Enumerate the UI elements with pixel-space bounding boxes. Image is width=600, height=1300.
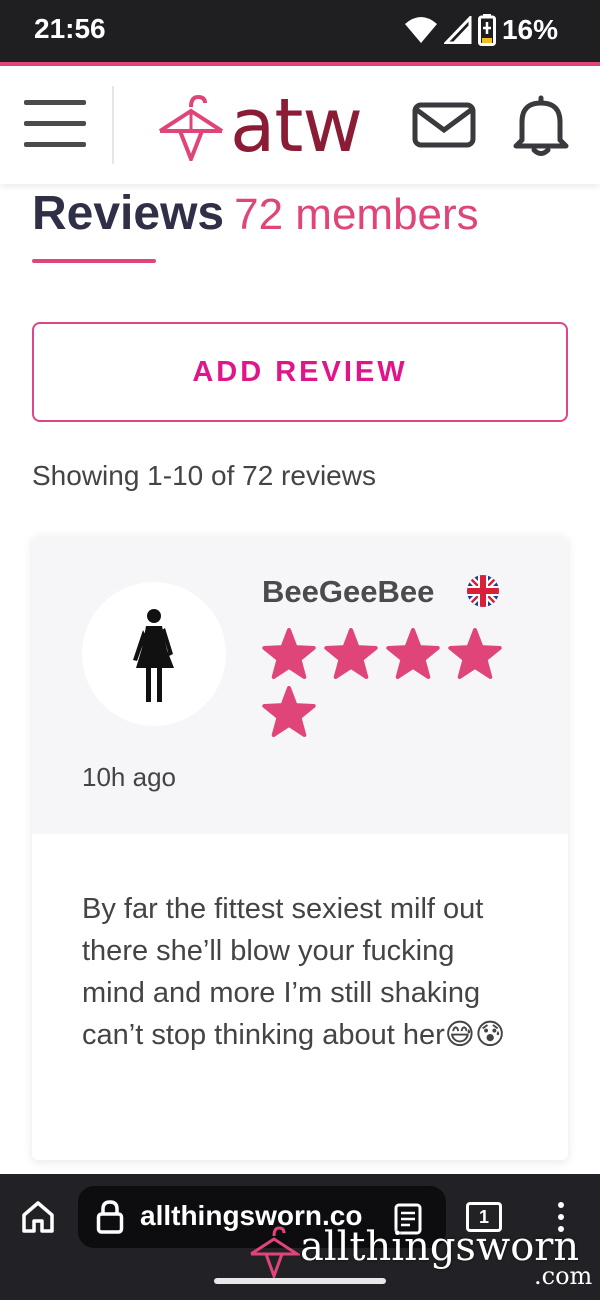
star-icon: [448, 628, 502, 679]
title-underline: [32, 259, 156, 263]
review-card-header: 10h ago BeeGeeBee: [32, 536, 568, 834]
bell-icon[interactable]: [512, 94, 570, 156]
watermark: allthingsworn .com: [248, 1224, 592, 1290]
watermark-hanger-icon: [250, 1226, 303, 1281]
hanger-logo-icon: [158, 94, 224, 161]
page-title-text: Reviews: [32, 187, 225, 240]
wifi-icon: [404, 17, 437, 43]
add-review-button[interactable]: ADD REVIEW: [32, 322, 568, 422]
mail-icon[interactable]: [412, 102, 476, 148]
gesture-bar[interactable]: [214, 1278, 386, 1284]
site-header: atw: [0, 66, 600, 184]
menu-icon[interactable]: [24, 100, 86, 148]
signal-icon: [443, 16, 472, 44]
battery-percent: 16%: [501, 14, 558, 45]
app-root: 21:56 16% atw Reviews 72 members ADD REV…: [0, 0, 600, 1300]
star-icon: [262, 628, 316, 679]
uk-flag-icon: [467, 575, 499, 607]
reviewer-name[interactable]: BeeGeeBee: [262, 574, 434, 610]
page-title: Reviews 72 members: [32, 186, 479, 241]
logo-text: atw: [230, 83, 363, 169]
home-icon[interactable]: [20, 1199, 56, 1235]
star-icon: [386, 628, 440, 679]
browser-toolbar: allthingsworn.co 1 allthingsworn .com: [0, 1174, 600, 1300]
header-divider: [112, 86, 114, 164]
member-count[interactable]: 72 members: [234, 190, 479, 239]
review-time: 10h ago: [82, 762, 176, 792]
lock-icon: [96, 1200, 124, 1234]
review-text: By far the fittest sexiest milf out ther…: [82, 893, 506, 1051]
star-icon: [262, 686, 316, 737]
status-bar: 21:56 16%: [0, 0, 600, 62]
status-time: 21:56: [34, 13, 106, 44]
female-silhouette-icon: [133, 609, 174, 702]
status-icons: 16%: [404, 12, 558, 48]
star-icon: [324, 628, 378, 679]
avatar[interactable]: [82, 582, 226, 726]
review-card: 10h ago BeeGeeBee By far the fittest sex…: [32, 536, 568, 1160]
watermark-suffix: .com: [534, 1262, 593, 1290]
battery-icon: [477, 14, 496, 46]
site-logo[interactable]: atw: [156, 83, 363, 169]
results-count: Showing 1-10 of 72 reviews: [32, 460, 376, 491]
